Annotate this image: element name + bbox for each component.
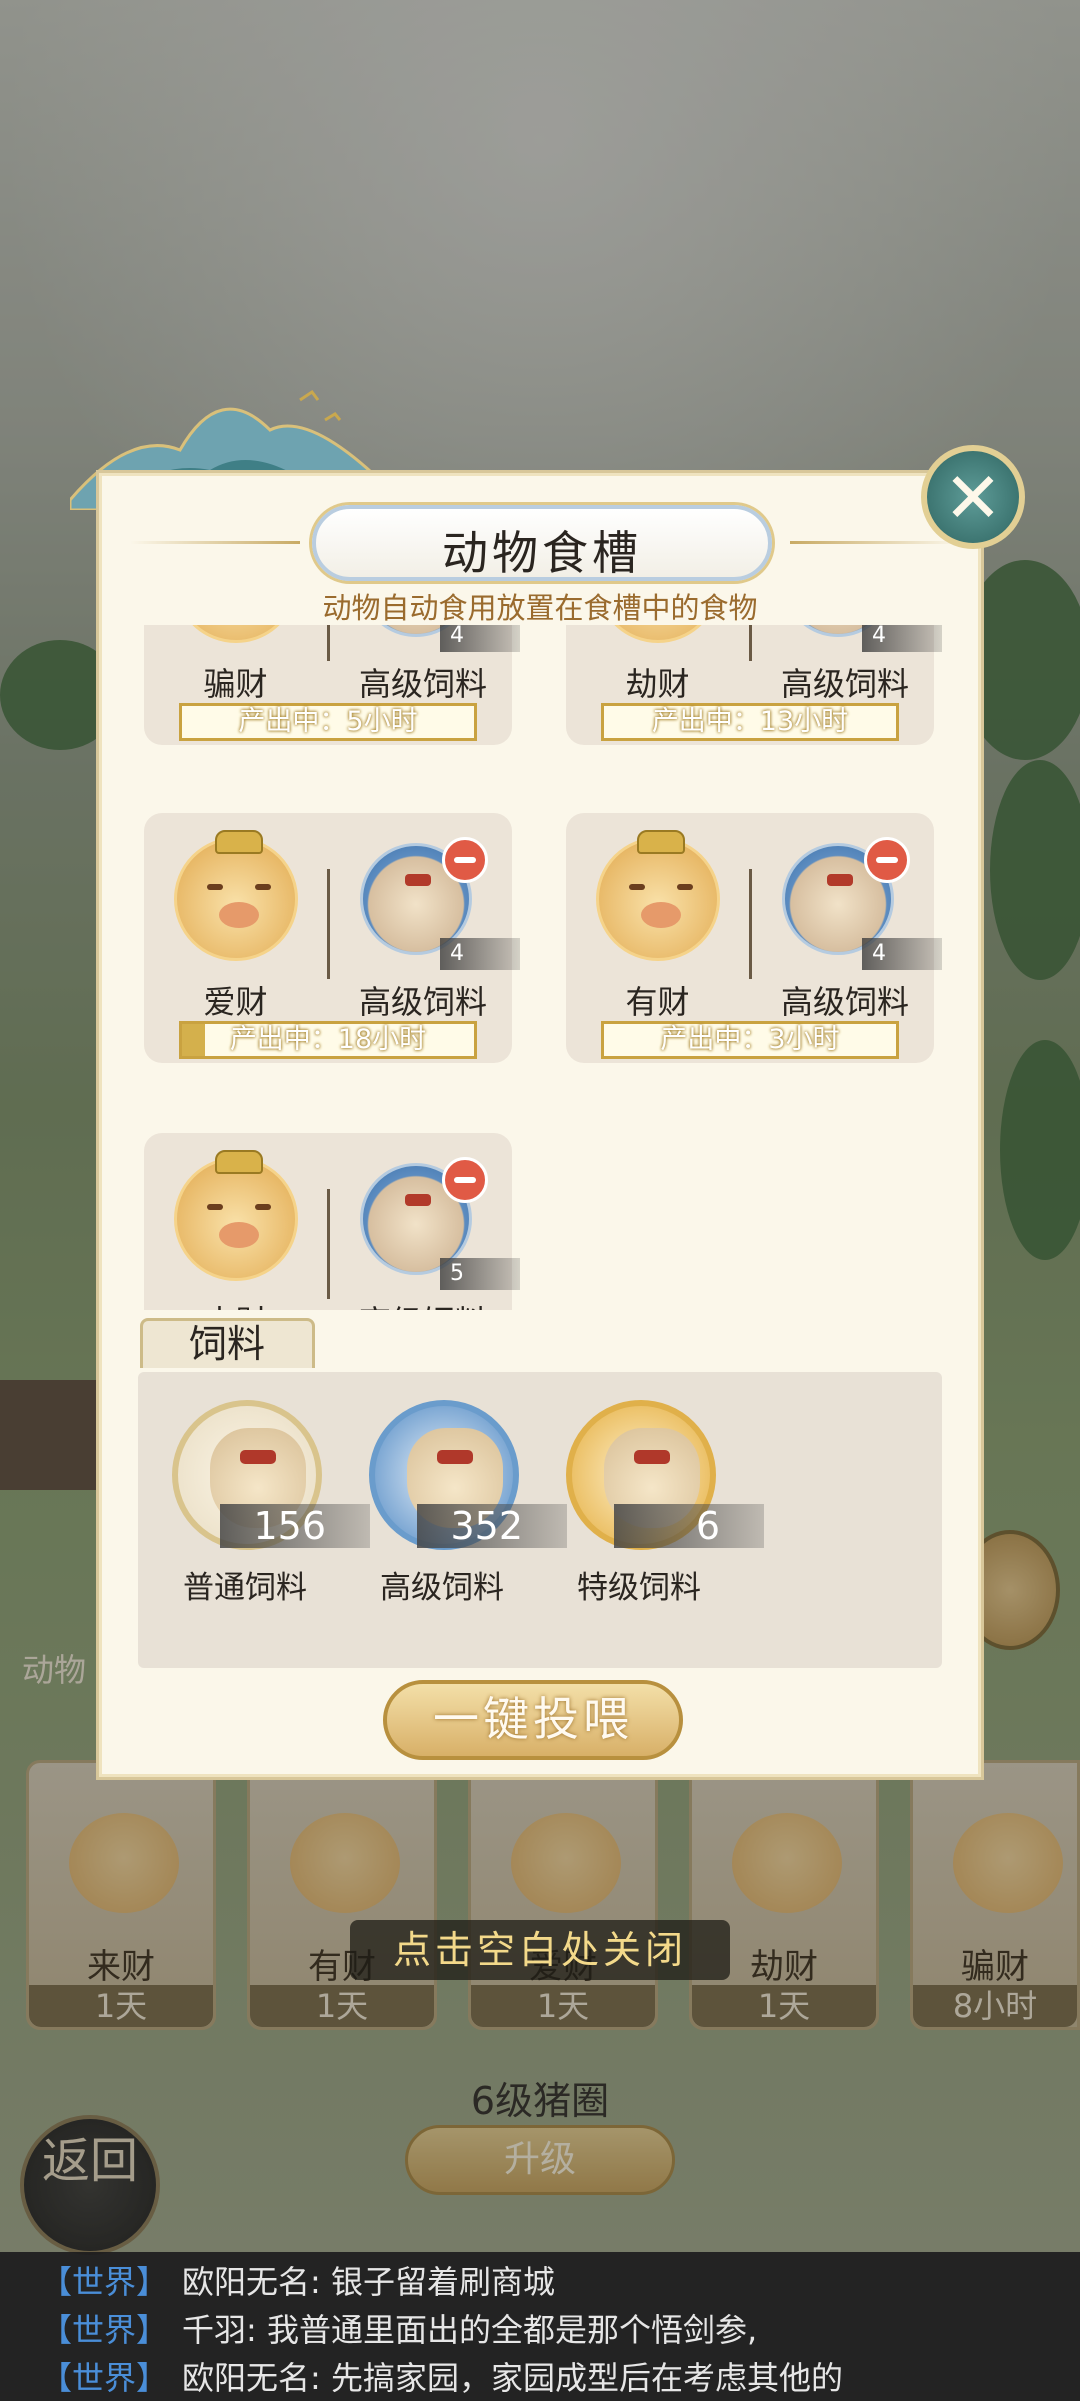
feed-name: 高级饲料 [780,983,909,1021]
chat-channel: 【世界】 [40,2263,169,2301]
title-ornament-line [790,541,960,544]
pig-icon [174,830,298,961]
slot-divider [749,625,752,661]
chat-text: 千羽: 我普通里面出的全都是那个悟剑参, [182,2311,758,2349]
slot-divider [749,869,752,979]
feed-name: 高级饲料 [358,665,487,703]
remove-feed-button[interactable] [442,837,488,883]
pig-name: 骗财 [203,665,268,703]
feed-name: 高级饲料 [780,665,909,703]
feed-count: 4 [440,625,520,652]
feed-name: 高级饲料 [334,1297,512,1310]
production-text: 产出中：5小时 [238,706,418,737]
chat-message: 【世界】 千羽: 我普通里面出的全都是那个悟剑参, [40,2306,1080,2354]
tap-to-close-hint: 点击空白处关闭 [350,1920,730,1980]
feed-label: 高级饲料 [380,1570,504,1606]
feed-section-tab: 饲料 [140,1318,315,1368]
pig-icon [174,1150,298,1281]
remove-feed-button[interactable] [864,837,910,883]
trough-slot[interactable]: 4 劫财 高级饲料 产出中：13小时 [566,625,942,745]
feed-label: 特级饲料 [577,1570,701,1606]
pig-name: 劫财 [625,665,690,703]
production-text: 产出中：18小时 [229,1024,427,1055]
feed-all-button[interactable]: 一键投喂 [383,1680,683,1760]
slot-divider [327,1189,330,1299]
pig-icon [174,625,298,643]
feed-item-premium[interactable]: 6 特级饲料 [554,1400,764,1606]
slot-divider [327,625,330,661]
production-bar: 产出中：5小时 [179,703,477,741]
modal-title: 动物食槽 [442,526,642,580]
feed-count: 5 [440,1258,520,1290]
close-icon: ✕ [943,457,1003,539]
title-plate: 动物食槽 [312,505,772,581]
feed-count: 352 [417,1504,567,1548]
feed-label: 普通饲料 [183,1570,307,1606]
pig-icon [596,625,720,643]
chat-channel: 【世界】 [40,2311,169,2349]
feed-count: 4 [862,938,942,970]
feed-item-advanced[interactable]: 352 高级饲料 [357,1400,567,1606]
trough-slot[interactable]: 4 有财 高级饲料 产出中：3小时 [566,813,942,1063]
remove-feed-button[interactable] [442,1157,488,1203]
production-bar: 产出中：18小时 [179,1021,477,1059]
feed-count: 6 [614,1504,764,1548]
production-bar: 产出中：3小时 [601,1021,899,1059]
title-ornament-line [130,541,300,544]
modal-subtitle: 动物自动食用放置在食槽中的食物 [322,591,758,625]
trough-slot[interactable]: 4 骗财 高级饲料 产出中：5小时 [144,625,520,745]
trough-slot[interactable]: 5 来财 高级饲料 [144,1133,520,1310]
chat-channel: 【世界】 [40,2359,169,2397]
feed-name: 高级饲料 [358,983,487,1021]
feed-count: 4 [440,938,520,970]
chat-message: 【世界】 欧阳无名: 先搞家园，家园成型后在考虑其他的 [40,2354,1080,2401]
world-chat[interactable]: 【世界】 欧阳无名: 银子留着刷商城 【世界】 千羽: 我普通里面出的全都是那个悟剑… [0,2252,1080,2401]
feed-count: 156 [220,1504,370,1548]
trough-slot[interactable]: 4 爱财 高级饲料 产出中：18小时 [144,813,520,1063]
trough-slot-list[interactable]: 4 骗财 高级饲料 产出中：5小时 4 劫财 高级饲料 产出中：13小时 4 爱… [96,625,984,1310]
production-text: 产出中：13小时 [651,706,849,737]
production-text: 产出中：3小时 [660,1024,840,1055]
pig-name: 来财 [144,1297,327,1310]
production-bar: 产出中：13小时 [601,703,899,741]
pig-name: 爱财 [203,983,268,1021]
feed-count: 4 [862,625,942,652]
pig-name: 有财 [625,983,690,1021]
chat-text: 欧阳无名: 银子留着刷商城 [182,2263,555,2301]
slot-divider [327,869,330,979]
close-button[interactable]: ✕ [921,445,1025,549]
chat-text: 欧阳无名: 先搞家园，家园成型后在考虑其他的 [182,2359,843,2397]
feed-item-normal[interactable]: 156 普通饲料 [160,1400,370,1606]
pig-icon [596,830,720,961]
chat-message: 【世界】 欧阳无名: 银子留着刷商城 [40,2258,1080,2306]
